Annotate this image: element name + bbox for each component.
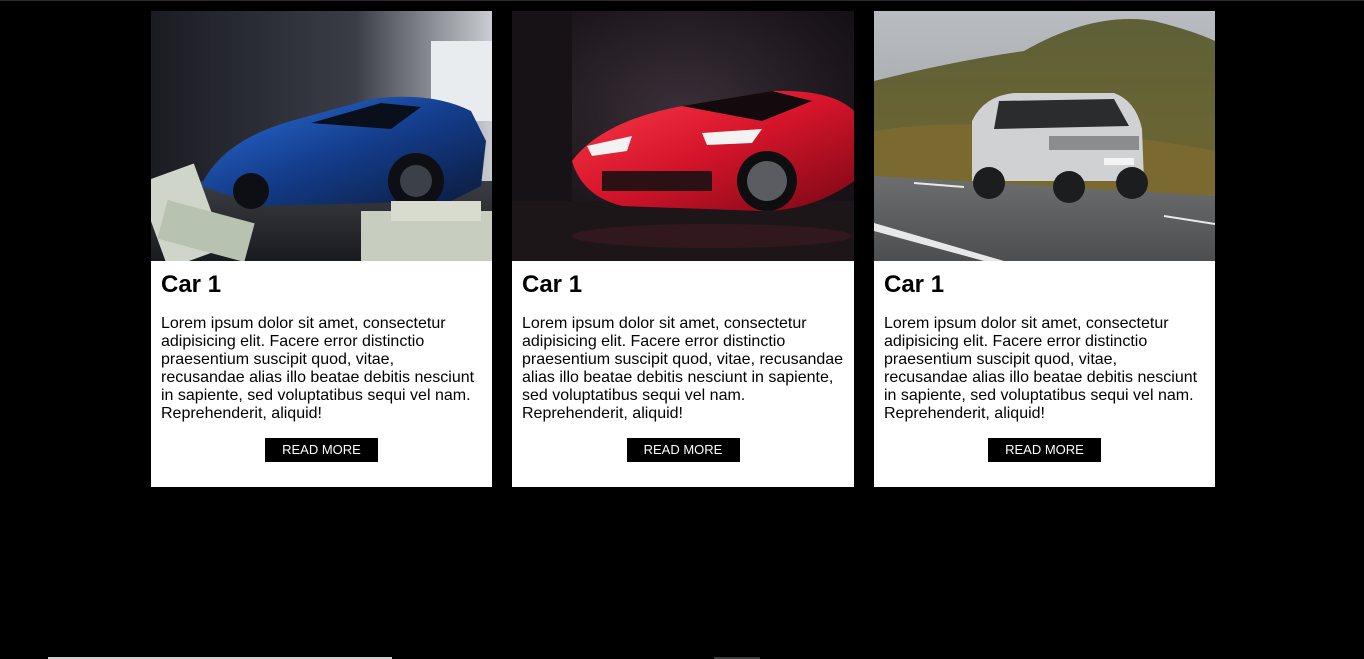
top-divider [0, 0, 1364, 1]
button-wrapper: READ MORE [884, 438, 1205, 462]
page: Car 1 Lorem ipsum dolor sit amet, consec… [0, 0, 1364, 659]
card-body: Car 1 Lorem ipsum dolor sit amet, consec… [874, 261, 1215, 462]
red-sports-car-image [512, 11, 854, 261]
silver-suv-image [874, 11, 1215, 261]
card-description: Lorem ipsum dolor sit amet, consectetur … [884, 315, 1198, 422]
card-body: Car 1 Lorem ipsum dolor sit amet, consec… [151, 261, 492, 462]
card-description: Lorem ipsum dolor sit amet, consectetur … [522, 315, 844, 422]
car-image[interactable] [512, 11, 854, 261]
blue-hypercar-image [151, 11, 492, 261]
button-wrapper: READ MORE [161, 438, 482, 462]
car-card: Car 1 Lorem ipsum dolor sit amet, consec… [874, 11, 1215, 487]
card-title: Car 1 [161, 271, 222, 298]
card-grid: Car 1 Lorem ipsum dolor sit amet, consec… [151, 11, 1215, 487]
read-more-button[interactable]: READ MORE [988, 438, 1101, 462]
card-title: Car 1 [884, 271, 945, 298]
card-description: Lorem ipsum dolor sit amet, consectetur … [161, 315, 475, 422]
read-more-button[interactable]: READ MORE [265, 438, 378, 462]
car-card: Car 1 Lorem ipsum dolor sit amet, consec… [151, 11, 492, 487]
button-wrapper: READ MORE [522, 438, 844, 462]
card-body: Car 1 Lorem ipsum dolor sit amet, consec… [512, 261, 854, 462]
car-card: Car 1 Lorem ipsum dolor sit amet, consec… [512, 11, 854, 487]
car-image[interactable] [151, 11, 492, 261]
car-image[interactable] [874, 11, 1215, 261]
card-title: Car 1 [522, 271, 583, 298]
read-more-button[interactable]: READ MORE [626, 438, 740, 462]
